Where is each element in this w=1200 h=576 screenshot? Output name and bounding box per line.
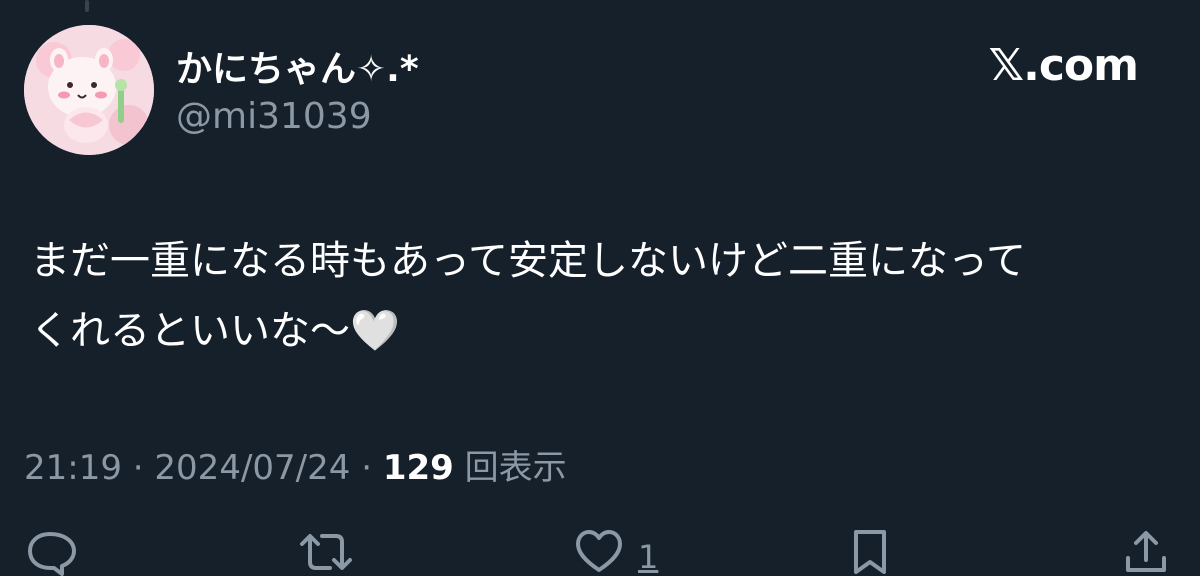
tweet-time[interactable]: 21:19 bbox=[24, 448, 122, 488]
heart-icon bbox=[576, 530, 622, 572]
avatar-illustration bbox=[24, 25, 154, 155]
bookmark-icon bbox=[854, 530, 886, 574]
views-label: 回表示 bbox=[464, 448, 567, 488]
like-count[interactable]: 1 bbox=[638, 538, 658, 576]
author-handle[interactable]: @mi31039 bbox=[176, 96, 372, 137]
retweet-button[interactable] bbox=[296, 528, 356, 576]
tweet-meta: 21:19 · 2024/07/24 · 129 回表示 bbox=[24, 440, 567, 489]
views-count: 129 bbox=[382, 448, 454, 488]
avatar[interactable] bbox=[24, 25, 154, 155]
tweet-date[interactable]: 2024/07/24 bbox=[154, 448, 350, 488]
author-display-name[interactable]: かにちゃん✧.* bbox=[176, 40, 419, 92]
meta-separator: · bbox=[350, 448, 383, 488]
retweet-icon bbox=[300, 534, 352, 570]
bookmark-button[interactable] bbox=[850, 528, 890, 576]
like-button[interactable]: 1 bbox=[574, 528, 658, 576]
brand-logo-link[interactable]: 𝕏.com bbox=[989, 40, 1139, 91]
share-icon bbox=[1126, 531, 1166, 572]
thread-connector-line bbox=[85, 0, 89, 12]
reply-button[interactable] bbox=[26, 528, 78, 576]
share-button[interactable] bbox=[1122, 528, 1170, 576]
meta-separator: · bbox=[121, 448, 155, 488]
tweet-text: まだ一重になる時もあって安定しないけど二重になって くれるといいな〜🤍 bbox=[30, 238, 1026, 354]
tweet-actions-bar: 1 bbox=[0, 528, 1200, 576]
reply-icon bbox=[28, 532, 76, 576]
